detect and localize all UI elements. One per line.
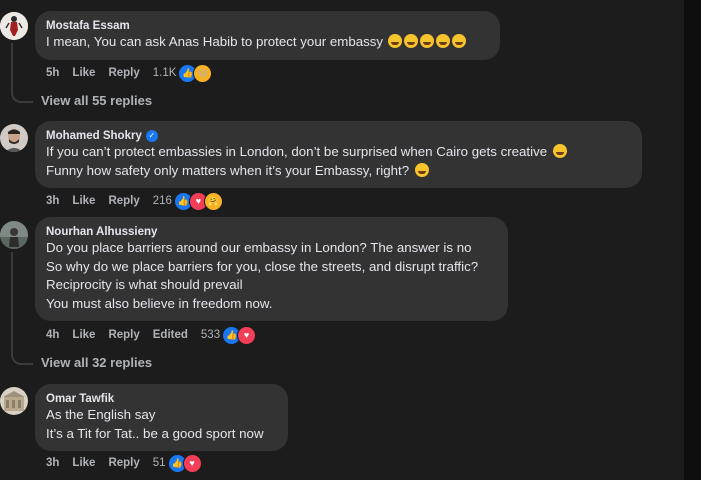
comment-text: So why do we place barriers for you, clo… [46,258,479,274]
verified-badge-icon: ✓ [145,130,158,142]
view-replies-link[interactable]: View all 55 replies [41,93,152,108]
like-button[interactable]: Like [72,67,95,79]
comment-actions: 5h Like Reply 1.1K 👍 😆 [46,63,213,83]
comment-actions: 4h Like Reply Edited 533 👍 ♥ [46,325,257,345]
like-button[interactable]: Like [72,457,95,469]
comment-time[interactable]: 5h [46,67,59,79]
thread-line [11,43,13,89]
haha-emoji-icon [452,34,467,48]
avatar-mohamed-shokry[interactable] [0,124,28,152]
reaction-count[interactable]: 533 [201,329,220,341]
comments-feed: Mostafa Essam I mean, You can ask Anas H… [0,0,684,480]
reaction-count[interactable]: 51 [153,457,166,469]
view-replies-link[interactable]: View all 32 replies [41,355,152,370]
reply-button[interactable]: Reply [108,67,139,79]
edited-label[interactable]: Edited [153,329,188,341]
reactions-summary[interactable]: 👍 ♥ [222,325,257,345]
comment-text: Do you place barriers around our embassy… [46,240,472,255]
reaction-count[interactable]: 1.1K [153,67,177,79]
comment-text: Funny how safety only matters when it’s … [46,162,630,181]
comment-bubble: Omar Tawfik As the English say It’s a Ti… [35,384,288,451]
comment-time[interactable]: 3h [46,195,59,207]
comment-author[interactable]: Nourhan Alhussieny [46,225,496,239]
comment-bubble: Nourhan Alhussieny Do you place barriers… [35,217,508,321]
love-reaction-icon: ♥ [237,325,257,345]
comment-author[interactable]: Mohamed Shokry ✓ [46,129,630,143]
comment-text: I mean, You can ask Anas Habib to protec… [46,33,488,52]
comment-text: If you can’t protect embassies in London… [46,143,630,162]
reply-button[interactable]: Reply [108,457,139,469]
comment-time[interactable]: 4h [46,329,59,341]
reactions-summary[interactable]: 👍 😆 [178,63,213,83]
haha-emoji-icon [404,34,419,48]
comment-actions: 3h Like Reply 216 👍 ♥ 🤗 [46,191,223,211]
reactions-summary[interactable]: 👍 ♥ 🤗 [173,191,223,211]
grinning-cat-emoji-icon [414,162,429,177]
haha-emoji-icon [420,34,435,48]
scrollbar-track[interactable] [684,0,701,480]
like-button[interactable]: Like [72,329,95,341]
reply-button[interactable]: Reply [108,195,139,207]
reply-button[interactable]: Reply [108,329,139,341]
comment-text: You must also believe in freedom now. [46,295,273,311]
comment-text: Reciprocity is what should prevail [46,277,243,292]
comment-author[interactable]: Mostafa Essam [46,19,488,33]
comment-bubble: Mohamed Shokry ✓ If you can’t protect emb… [35,121,642,188]
comment-bubble: Mostafa Essam I mean, You can ask Anas H… [35,11,500,60]
thread-line [11,252,13,351]
comment-actions: 3h Like Reply 51 👍 ♥ [46,453,202,473]
thread-connector [11,89,33,103]
avatar-mostafa-essam[interactable] [0,12,28,40]
reactions-summary[interactable]: 👍 ♥ [167,453,202,473]
haha-emoji-icon [436,34,451,48]
comment-text: It’s a Tit for Tat.. be a good sport now [46,425,264,441]
avatar-omar-tawfik[interactable] [0,387,28,415]
like-button[interactable]: Like [72,195,95,207]
comment-text: As the English say [46,407,156,422]
comment-time[interactable]: 3h [46,457,59,469]
care-reaction-icon: 🤗 [203,191,223,211]
haha-reaction-icon: 😆 [193,63,213,83]
thread-connector [11,351,33,365]
avatar-nourhan-alhussieny[interactable] [0,221,28,249]
love-reaction-icon: ♥ [182,453,202,473]
reaction-count[interactable]: 216 [153,195,172,207]
wink-emoji-icon [552,144,567,158]
haha-emoji-icon [388,34,403,48]
comment-author[interactable]: Omar Tawfik [46,392,276,406]
